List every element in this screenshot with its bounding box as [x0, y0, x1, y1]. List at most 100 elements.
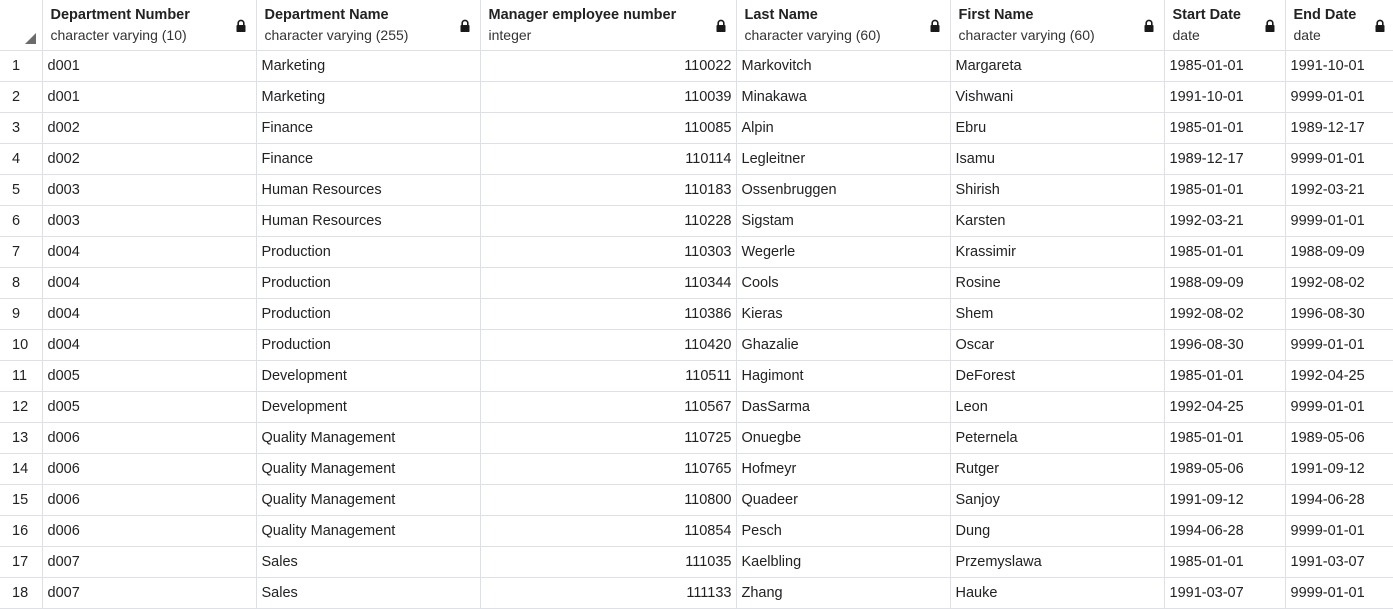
- cell-first-name[interactable]: Dung: [950, 515, 1165, 547]
- table-row[interactable]: 2 d001 Marketing 110039 Minakawa Vishwan…: [0, 81, 1393, 113]
- cell-first-name[interactable]: Ebru: [950, 112, 1165, 144]
- cell-end-date[interactable]: 9999-01-01: [1285, 577, 1393, 609]
- query-result-grid[interactable]: Department Number character varying (10)…: [0, 0, 1393, 609]
- cell-first-name[interactable]: Peternela: [950, 422, 1165, 454]
- cell-start-date[interactable]: 1991-10-01: [1164, 81, 1286, 113]
- column-header-end-date[interactable]: End Date date: [1285, 0, 1393, 51]
- cell-start-date[interactable]: 1985-01-01: [1164, 50, 1286, 82]
- cell-start-date[interactable]: 1985-01-01: [1164, 360, 1286, 392]
- row-number[interactable]: 7: [0, 236, 43, 268]
- cell-end-date[interactable]: 1988-09-09: [1285, 236, 1393, 268]
- cell-end-date[interactable]: 9999-01-01: [1285, 205, 1393, 237]
- table-row[interactable]: 15 d006 Quality Management 110800 Quadee…: [0, 484, 1393, 516]
- cell-department-number[interactable]: d006: [42, 453, 257, 485]
- table-row[interactable]: 12 d005 Development 110567 DasSarma Leon…: [0, 391, 1393, 423]
- cell-department-name[interactable]: Quality Management: [256, 453, 481, 485]
- select-all-corner[interactable]: [0, 0, 43, 51]
- cell-start-date[interactable]: 1992-04-25: [1164, 391, 1286, 423]
- cell-last-name[interactable]: Zhang: [736, 577, 951, 609]
- cell-manager-employee-number[interactable]: 110114: [480, 143, 737, 175]
- cell-manager-employee-number[interactable]: 110303: [480, 236, 737, 268]
- cell-first-name[interactable]: Rosine: [950, 267, 1165, 299]
- column-header-start-date[interactable]: Start Date date: [1164, 0, 1286, 51]
- cell-department-number[interactable]: d007: [42, 546, 257, 578]
- cell-end-date[interactable]: 1991-10-01: [1285, 50, 1393, 82]
- table-row[interactable]: 9 d004 Production 110386 Kieras Shem 199…: [0, 298, 1393, 330]
- row-number[interactable]: 3: [0, 112, 43, 144]
- row-number[interactable]: 6: [0, 205, 43, 237]
- cell-last-name[interactable]: Onuegbe: [736, 422, 951, 454]
- cell-last-name[interactable]: Hofmeyr: [736, 453, 951, 485]
- cell-last-name[interactable]: Hagimont: [736, 360, 951, 392]
- cell-first-name[interactable]: Vishwani: [950, 81, 1165, 113]
- cell-department-name[interactable]: Human Resources: [256, 205, 481, 237]
- table-row[interactable]: 16 d006 Quality Management 110854 Pesch …: [0, 515, 1393, 547]
- cell-first-name[interactable]: DeForest: [950, 360, 1165, 392]
- row-number[interactable]: 9: [0, 298, 43, 330]
- cell-first-name[interactable]: Przemyslawa: [950, 546, 1165, 578]
- cell-start-date[interactable]: 1992-08-02: [1164, 298, 1286, 330]
- cell-first-name[interactable]: Isamu: [950, 143, 1165, 175]
- cell-department-number[interactable]: d006: [42, 422, 257, 454]
- row-number[interactable]: 11: [0, 360, 43, 392]
- cell-end-date[interactable]: 1989-05-06: [1285, 422, 1393, 454]
- table-row[interactable]: 13 d006 Quality Management 110725 Onuegb…: [0, 422, 1393, 454]
- row-number[interactable]: 8: [0, 267, 43, 299]
- table-row[interactable]: 18 d007 Sales 111133 Zhang Hauke 1991-03…: [0, 577, 1393, 609]
- cell-start-date[interactable]: 1991-03-07: [1164, 577, 1286, 609]
- table-row[interactable]: 1 d001 Marketing 110022 Markovitch Marga…: [0, 50, 1393, 82]
- cell-department-name[interactable]: Production: [256, 236, 481, 268]
- cell-manager-employee-number[interactable]: 110228: [480, 205, 737, 237]
- column-header-manager-employee-number[interactable]: Manager employee number integer: [480, 0, 737, 51]
- cell-first-name[interactable]: Karsten: [950, 205, 1165, 237]
- cell-last-name[interactable]: Markovitch: [736, 50, 951, 82]
- cell-first-name[interactable]: Rutger: [950, 453, 1165, 485]
- row-number[interactable]: 5: [0, 174, 43, 206]
- cell-manager-employee-number[interactable]: 110800: [480, 484, 737, 516]
- column-header-department-number[interactable]: Department Number character varying (10): [42, 0, 257, 51]
- cell-manager-employee-number[interactable]: 110765: [480, 453, 737, 485]
- cell-department-number[interactable]: d002: [42, 112, 257, 144]
- table-row[interactable]: 14 d006 Quality Management 110765 Hofmey…: [0, 453, 1393, 485]
- cell-start-date[interactable]: 1985-01-01: [1164, 422, 1286, 454]
- cell-department-name[interactable]: Finance: [256, 112, 481, 144]
- cell-start-date[interactable]: 1989-12-17: [1164, 143, 1286, 175]
- row-number[interactable]: 2: [0, 81, 43, 113]
- cell-last-name[interactable]: Quadeer: [736, 484, 951, 516]
- cell-end-date[interactable]: 1994-06-28: [1285, 484, 1393, 516]
- row-number[interactable]: 1: [0, 50, 43, 82]
- row-number[interactable]: 14: [0, 453, 43, 485]
- cell-department-number[interactable]: d004: [42, 298, 257, 330]
- cell-end-date[interactable]: 1992-08-02: [1285, 267, 1393, 299]
- row-number[interactable]: 13: [0, 422, 43, 454]
- column-header-first-name[interactable]: First Name character varying (60): [950, 0, 1165, 51]
- cell-last-name[interactable]: Kaelbling: [736, 546, 951, 578]
- cell-first-name[interactable]: Hauke: [950, 577, 1165, 609]
- cell-last-name[interactable]: Sigstam: [736, 205, 951, 237]
- cell-manager-employee-number[interactable]: 110511: [480, 360, 737, 392]
- cell-manager-employee-number[interactable]: 110420: [480, 329, 737, 361]
- cell-department-name[interactable]: Human Resources: [256, 174, 481, 206]
- cell-end-date[interactable]: 1992-04-25: [1285, 360, 1393, 392]
- cell-end-date[interactable]: 9999-01-01: [1285, 329, 1393, 361]
- cell-start-date[interactable]: 1992-03-21: [1164, 205, 1286, 237]
- table-row[interactable]: 4 d002 Finance 110114 Legleitner Isamu 1…: [0, 143, 1393, 175]
- row-number[interactable]: 18: [0, 577, 43, 609]
- table-row[interactable]: 3 d002 Finance 110085 Alpin Ebru 1985-01…: [0, 112, 1393, 144]
- cell-last-name[interactable]: Legleitner: [736, 143, 951, 175]
- row-number[interactable]: 17: [0, 546, 43, 578]
- cell-department-name[interactable]: Production: [256, 298, 481, 330]
- cell-manager-employee-number[interactable]: 110567: [480, 391, 737, 423]
- cell-manager-employee-number[interactable]: 110039: [480, 81, 737, 113]
- cell-first-name[interactable]: Leon: [950, 391, 1165, 423]
- cell-last-name[interactable]: Minakawa: [736, 81, 951, 113]
- table-row[interactable]: 6 d003 Human Resources 110228 Sigstam Ka…: [0, 205, 1393, 237]
- cell-department-number[interactable]: d004: [42, 329, 257, 361]
- cell-department-name[interactable]: Development: [256, 391, 481, 423]
- cell-last-name[interactable]: Ossenbruggen: [736, 174, 951, 206]
- cell-manager-employee-number[interactable]: 110725: [480, 422, 737, 454]
- cell-department-name[interactable]: Finance: [256, 143, 481, 175]
- cell-start-date[interactable]: 1985-01-01: [1164, 174, 1286, 206]
- cell-last-name[interactable]: Pesch: [736, 515, 951, 547]
- cell-department-number[interactable]: d005: [42, 360, 257, 392]
